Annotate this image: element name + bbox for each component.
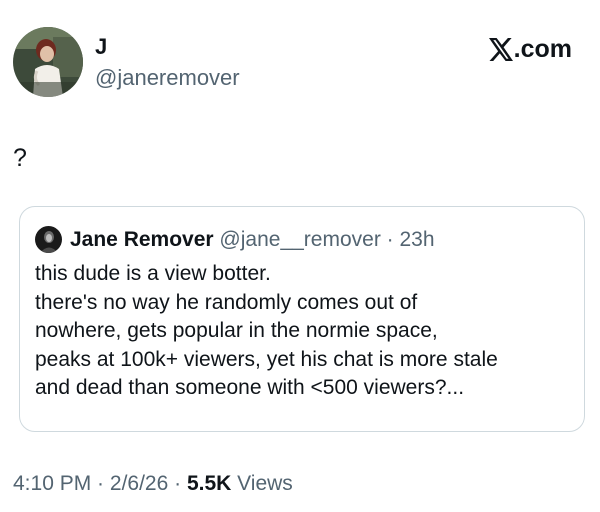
quoted-tweet-line: there's no way he randomly comes out of [35, 290, 418, 314]
quoted-tweet-line: peaks at 100k+ viewers, yet his chat is … [35, 347, 498, 371]
views-count: 5.5K [186, 472, 232, 495]
profile-photo-avatar [35, 226, 62, 253]
meta-separator: · [380, 228, 400, 251]
x-logo-icon [488, 37, 513, 61]
quoted-tweet-card[interactable]: Jane Remover @jane__remover · 23h this d… [19, 206, 585, 432]
quoted-author-name[interactable]: Jane Remover [70, 228, 214, 251]
tweet-time[interactable]: 4:10 PM [13, 472, 91, 495]
quoted-tweet-text: this dude is a view botter. there's no w… [35, 260, 575, 403]
brand-label: .com [513, 35, 572, 63]
quoted-tweet-time[interactable]: 23h [400, 228, 435, 251]
quoted-author-avatar [35, 226, 62, 253]
quoted-tweet-line: and dead than someone with <500 viewers?… [35, 376, 465, 399]
author-display-name[interactable]: J [95, 34, 107, 60]
quoted-author-handle[interactable]: @jane__remover [219, 228, 380, 251]
tweet-text: ? [13, 144, 27, 172]
quoted-tweet-header: Jane Remover @jane__remover · 23h [70, 227, 435, 253]
tweet-date[interactable]: 2/6/26 [110, 472, 168, 495]
footer-separator: · [91, 472, 110, 495]
profile-photo-avatar [13, 27, 83, 97]
views-label: Views [231, 472, 293, 495]
tweet-footer: 4:10 PM · 2/6/26 · 5.5K Views [13, 471, 293, 497]
author-handle[interactable]: @janeremover [95, 64, 240, 92]
footer-separator: · [168, 472, 187, 495]
brand-watermark: .com [488, 34, 572, 64]
quoted-tweet-line: this dude is a view botter. [35, 262, 271, 285]
quoted-tweet-line: nowhere, gets popular in the normie spac… [35, 319, 438, 342]
author-avatar[interactable] [13, 27, 83, 97]
